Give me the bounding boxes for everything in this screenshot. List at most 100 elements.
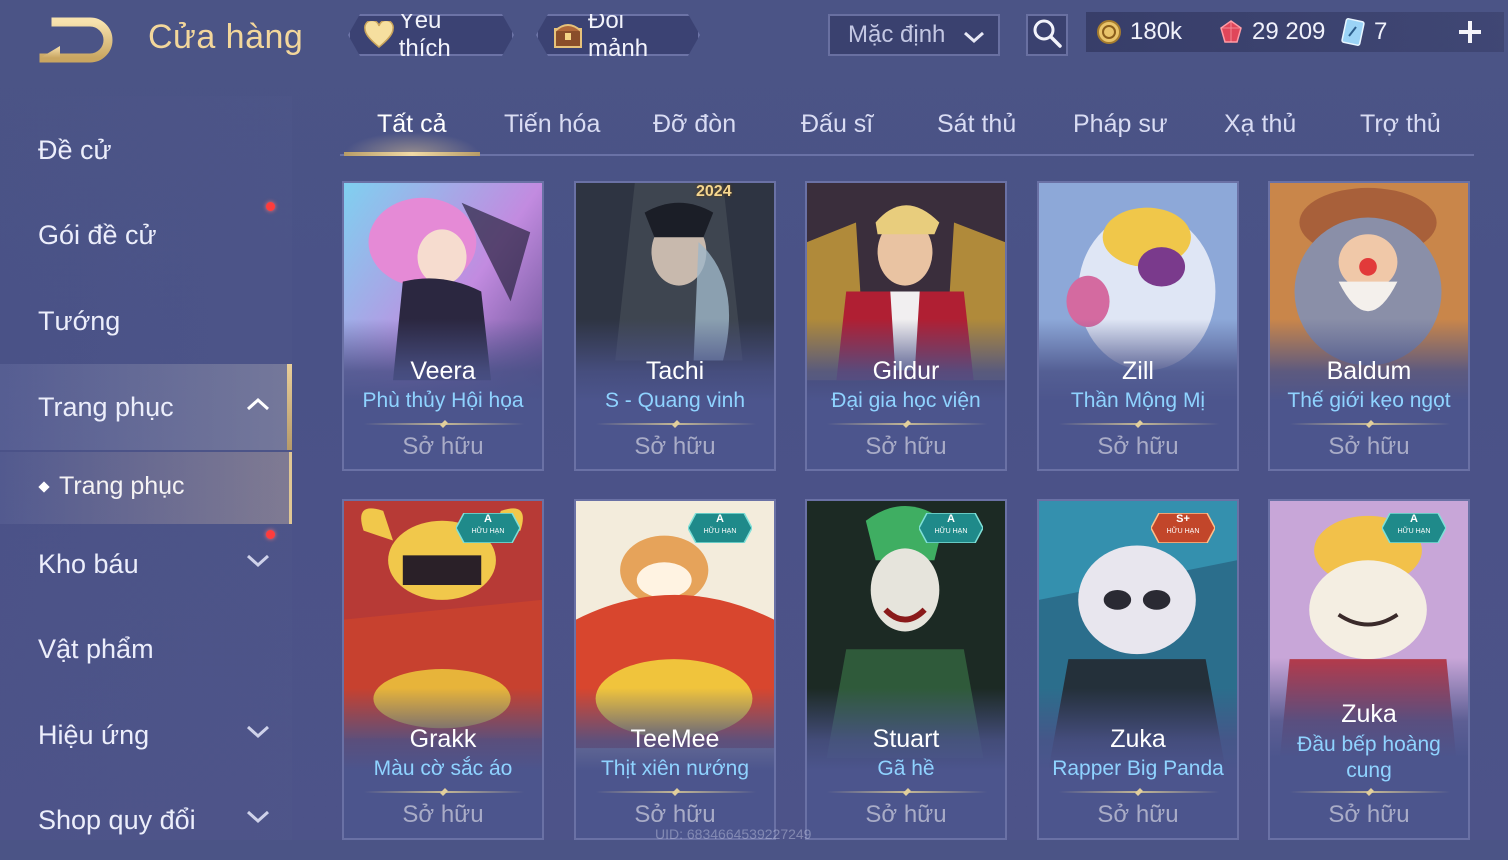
divider [1059,423,1219,425]
sidebar-subitem-label: Trang phục [59,472,185,500]
exchange-fragments-button[interactable]: Đổi mảnh [536,14,700,56]
sidebar-item-label: Vật phẩm [38,633,154,664]
skin-card[interactable]: Gildur Đại gia học viện Sở hữu [805,181,1007,471]
gold-amount: 180k [1130,18,1183,45]
hero-name: Grakk [409,725,477,753]
divider [1290,423,1450,425]
tab-support[interactable]: Trợ thủ [1360,110,1441,139]
skin-name: Rapper Big Panda [1052,757,1224,780]
voucher-icon [1340,18,1366,46]
tier-badge: A HỮU HẠN [919,513,983,547]
search-button[interactable] [1026,14,1068,56]
skin-card[interactable]: Veera Phù thủy Hội họa Sở hữu [342,181,544,471]
gold-coin-icon [1096,19,1122,45]
heart-icon [364,19,395,51]
tier-label: A [947,513,955,525]
sidebar-item-skins[interactable]: Trang phục [0,364,292,450]
sidebar-item-items[interactable]: Vật phẩm [0,609,292,689]
sidebar-item-bundles[interactable]: Gói đề cử [0,195,292,275]
gem-amount: 29 209 [1252,18,1326,45]
divider [827,423,987,425]
tab-all[interactable]: Tất cả [377,110,446,139]
tab-fighter[interactable]: Đấu sĩ [801,110,873,139]
sort-dropdown[interactable]: Mặc định [828,14,1000,56]
owned-status: Sở hữu [1328,801,1410,828]
owned-status: Sở hữu [865,433,947,460]
skin-card[interactable]: 2024 Tachi S - Quang vinh Sở hữu [574,181,776,471]
limited-label: HỮU HẠN [703,528,737,535]
sidebar-item-exchange-shop[interactable]: Shop quy đổi [0,780,292,860]
sidebar-item-effects[interactable]: Hiệu ứng [0,695,292,775]
tier-label: S+ [1176,513,1190,525]
limited-label: HỮU HẠN [471,528,505,535]
skin-card[interactable]: A HỮU HẠN Zuka Đầu bếp hoàng cung Sở hữu [1268,499,1470,840]
hero-name: Gildur [872,357,940,385]
skin-card[interactable]: A HỮU HẠN Grakk Màu cờ sắc áo Sở hữu [342,499,544,840]
skin-card[interactable]: Baldum Thế giới kẹo ngọt Sở hữu [1268,181,1470,471]
chevron-down-icon [962,26,986,54]
divider [596,423,756,425]
page-title: Cửa hàng [148,18,304,56]
tier-badge: A HỮU HẠN [456,513,520,547]
owned-status: Sở hữu [402,433,484,460]
hero-name: Tachi [645,357,705,385]
skin-name: Gã hề [877,757,935,780]
skin-card[interactable]: Zill Thần Mộng Mị Sở hữu [1037,181,1239,471]
limited-label: HỮU HẠN [1166,528,1200,535]
owned-status: Sở hữu [1097,801,1179,828]
tier-label: A [484,513,492,525]
hero-name: Veera [410,357,476,385]
skin-name: Đầu bếp hoàng cung [1297,733,1441,782]
skin-card[interactable]: A HỮU HẠN TeeMee Thịt xiên nướng Sở hữu [574,499,776,840]
skin-card[interactable]: S+ HỮU HẠN Zuka Rapper Big Panda Sở hữu [1037,499,1239,840]
tab-tank[interactable]: Đỡ đòn [653,110,736,139]
tier-badge: A HỮU HẠN [1382,513,1446,547]
top-bar: Cửa hàng Yêu thích Đổi mảnh Mặc định 180… [0,0,1508,80]
skin-name: S - Quang vinh [604,389,746,412]
chevron-down-icon [244,721,272,746]
voucher-currency: 7 [1340,12,1387,52]
sidebar-item-heroes[interactable]: Tướng [0,281,292,361]
divider [596,791,756,793]
skin-card[interactable]: A HỮU HẠN Stuart Gã hề Sở hữu [805,499,1007,840]
divider [827,791,987,793]
tab-assassin[interactable]: Sát thủ [937,110,1016,139]
voucher-amount: 7 [1374,18,1388,45]
chevron-down-icon [244,806,272,831]
owned-status: Sở hữu [634,433,716,460]
favorite-label: Yêu thích [398,7,451,62]
limited-label: HỮU HẠN [1397,528,1431,535]
tier-badge: A HỮU HẠN [688,513,752,547]
sidebar-item-treasure[interactable]: Kho báu [0,524,292,604]
plus-icon[interactable] [1456,18,1484,46]
year-badge: 2024 [696,183,732,200]
skin-name: Phù thủy Hội họa [362,389,524,412]
hero-name: Zuka [1341,700,1397,728]
sidebar-item-label: Trang phục [38,391,174,422]
hero-name: Zill [1122,357,1154,385]
sidebar-item-label: Đề cử [38,134,112,165]
favorite-button[interactable]: Yêu thích [348,14,514,56]
skin-name: Màu cờ sắc áo [373,757,513,780]
hero-name: Baldum [1326,357,1412,385]
owned-status: Sở hữu [865,801,947,828]
chevron-down-icon [244,550,272,575]
sidebar-item-recommended[interactable]: Đề cử [0,110,292,190]
back-arrow-icon[interactable] [34,16,118,64]
sort-value: Mặc định [848,21,946,48]
diamond-bullet-icon [38,481,50,493]
skin-name: Thịt xiên nướng [600,757,750,780]
tier-label: A [1410,513,1418,525]
tab-evolution[interactable]: Tiến hóa [504,110,600,139]
sidebar-subitem-skins[interactable]: Trang phục [0,452,292,524]
hero-name: Zuka [1110,725,1166,753]
sidebar-item-label: Gói đề cử [38,219,157,250]
divider [1059,791,1219,793]
tab-mage[interactable]: Pháp sư [1073,110,1168,139]
sidebar-item-label: Kho báu [38,548,139,579]
skin-name: Thế giới kẹo ngọt [1287,389,1451,412]
skin-name: Thần Mộng Mị [1070,389,1206,412]
divider [364,791,524,793]
sidebar-item-label: Shop quy đổi [38,804,196,835]
tab-marksman[interactable]: Xạ thủ [1224,110,1296,139]
